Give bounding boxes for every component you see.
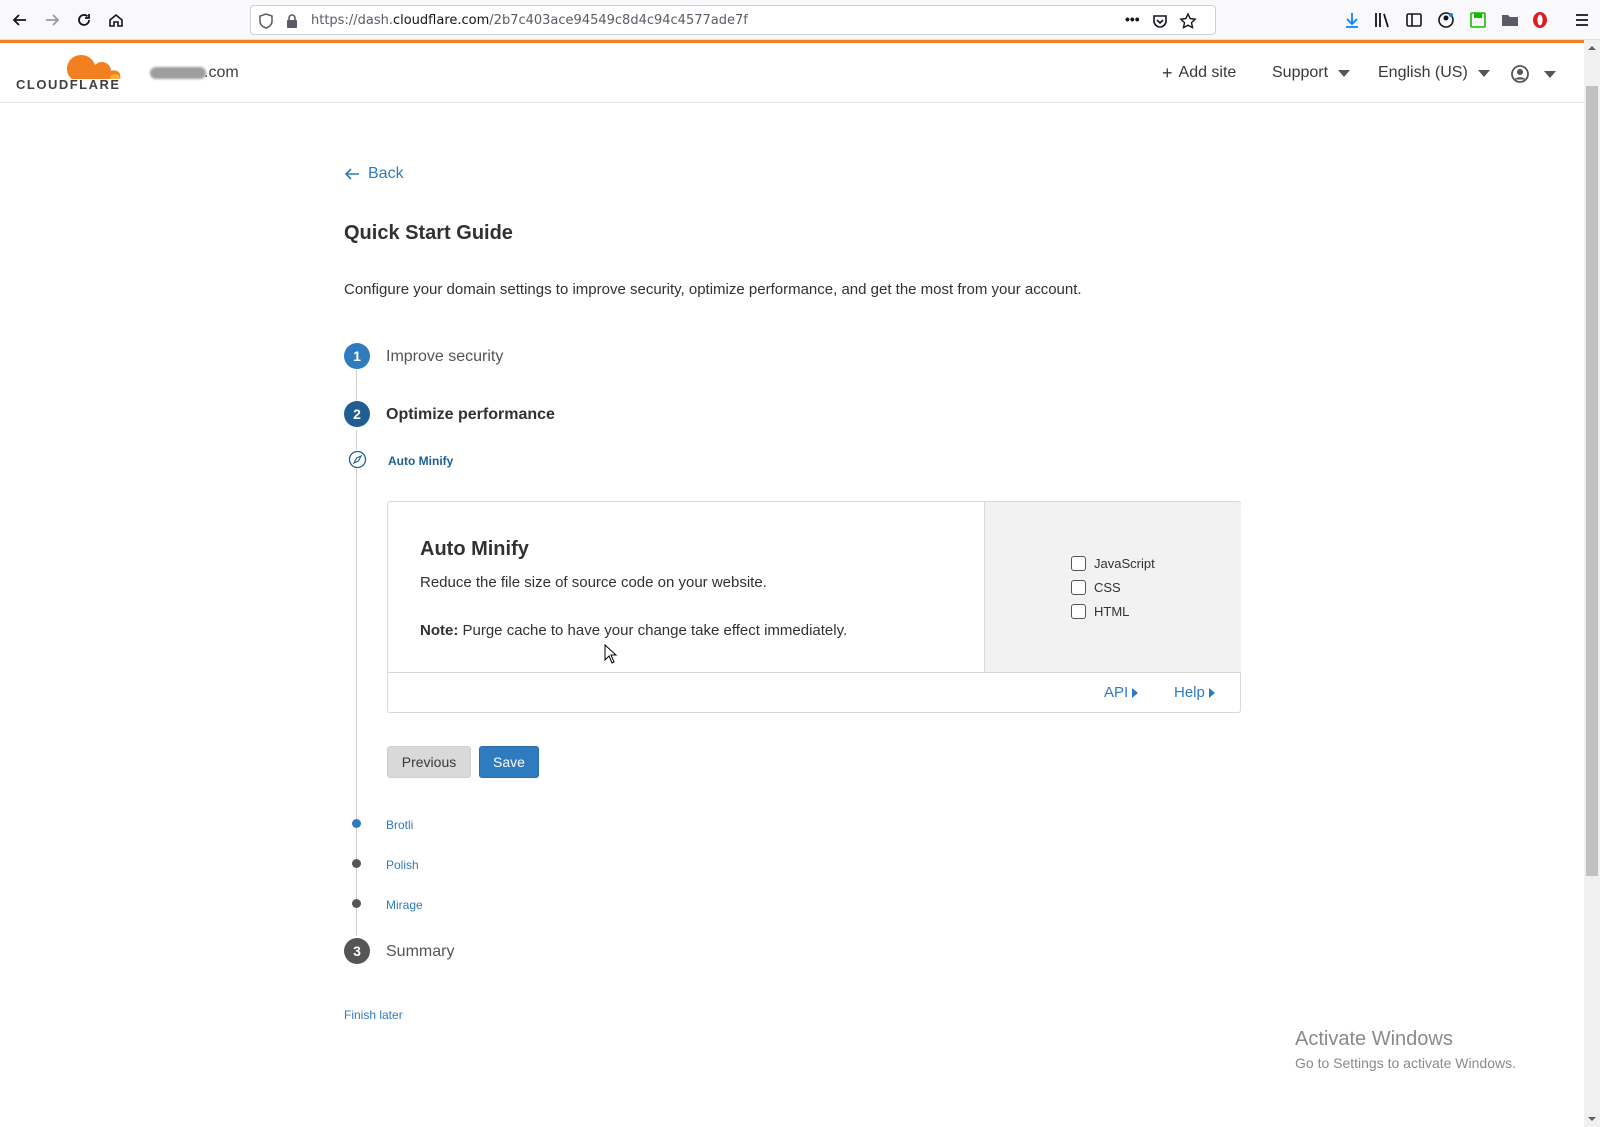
site-suffix: .com — [204, 64, 239, 81]
substep-polish[interactable]: Polish — [386, 858, 419, 872]
caret-right-icon — [1208, 687, 1215, 698]
step-3-badge: 3 — [344, 938, 370, 964]
step-2-badge: 2 — [344, 401, 370, 427]
caret-right-icon — [1132, 687, 1139, 698]
url-bar[interactable]: https://dash.cloudflare.com/2b7c403ace94… — [250, 5, 1216, 35]
html-label: HTML — [1094, 604, 1130, 619]
chevron-down-icon — [1477, 69, 1490, 77]
step-1-label[interactable]: Improve security — [386, 348, 503, 366]
css-checkbox-row[interactable]: CSS — [1071, 580, 1121, 595]
site-selector[interactable]: .com — [150, 64, 239, 82]
auto-minify-card: Auto Minify Reduce the file size of sour… — [387, 501, 1241, 713]
card-note: Note: Purge cache to have your change ta… — [420, 622, 847, 639]
card-description: Reduce the file size of source code on y… — [420, 574, 767, 591]
help-link[interactable]: Help — [1174, 684, 1215, 701]
card-title: Auto Minify — [420, 538, 529, 560]
scroll-thumb[interactable] — [1586, 86, 1598, 876]
javascript-checkbox[interactable] — [1071, 556, 1086, 571]
app-header: CLOUDFLARE .com + Add site Support Engli… — [0, 43, 1584, 103]
opera-icon[interactable] — [1530, 10, 1550, 30]
substep-current-label: Auto Minify — [388, 454, 454, 468]
plus-icon: + — [1162, 63, 1173, 83]
home-icon[interactable] — [102, 6, 130, 34]
windows-activation-watermark: Activate Windows Go to Settings to activ… — [1295, 1028, 1516, 1071]
substep-brotli[interactable]: Brotli — [386, 818, 413, 832]
pocket-icon[interactable] — [1151, 12, 1169, 30]
bookmark-star-icon[interactable] — [1179, 12, 1197, 30]
forward-arrow-icon[interactable] — [38, 6, 66, 34]
folder-icon[interactable] — [1500, 10, 1520, 30]
previous-button[interactable]: Previous — [387, 746, 471, 778]
add-site-label: Add site — [1178, 64, 1237, 81]
card-settings-panel: JavaScript CSS HTML — [984, 502, 1241, 672]
support-label: Support — [1272, 64, 1329, 81]
substep-dot — [352, 899, 361, 908]
save-extension-icon[interactable] — [1468, 10, 1488, 30]
support-dropdown[interactable]: Support — [1272, 64, 1351, 82]
html-checkbox-row[interactable]: HTML — [1071, 604, 1129, 619]
scroll-up-icon[interactable] — [1588, 44, 1596, 52]
sidebar-icon[interactable] — [1404, 10, 1424, 30]
scroll-down-icon[interactable] — [1588, 1115, 1596, 1123]
finish-later-link[interactable]: Finish later — [344, 1008, 403, 1022]
back-arrow-icon[interactable] — [6, 6, 34, 34]
language-dropdown[interactable]: English (US) — [1378, 64, 1490, 82]
javascript-label: JavaScript — [1094, 556, 1155, 571]
chevron-down-icon — [1544, 70, 1556, 78]
account-icon[interactable] — [1436, 10, 1456, 30]
javascript-checkbox-row[interactable]: JavaScript — [1071, 556, 1155, 571]
url-text: https://dash.cloudflare.com/2b7c403ace94… — [311, 13, 748, 28]
save-button[interactable]: Save — [479, 746, 539, 778]
reload-icon[interactable] — [70, 6, 98, 34]
page-scrollbar[interactable] — [1584, 40, 1600, 1127]
library-icon[interactable] — [1372, 10, 1392, 30]
user-avatar-icon — [1511, 65, 1529, 83]
watermark-subtitle: Go to Settings to activate Windows. — [1295, 1055, 1516, 1071]
compass-icon — [348, 450, 367, 469]
card-content: Auto Minify Reduce the file size of sour… — [388, 502, 984, 672]
arrow-left-icon — [344, 168, 359, 180]
back-label: Back — [368, 165, 404, 182]
language-label: English (US) — [1378, 64, 1468, 81]
chevron-down-icon — [1338, 69, 1351, 77]
substep-dot — [352, 819, 361, 828]
menu-icon[interactable] — [1572, 10, 1592, 30]
add-site-button[interactable]: + Add site — [1162, 64, 1236, 82]
step-3-label[interactable]: Summary — [386, 943, 454, 961]
back-link[interactable]: Back — [344, 165, 404, 183]
api-link[interactable]: API — [1104, 684, 1139, 701]
substep-dot — [352, 859, 361, 868]
step-1-badge: 1 — [344, 343, 370, 369]
step-2-label: Optimize performance — [386, 406, 555, 423]
css-checkbox[interactable] — [1071, 580, 1086, 595]
user-menu[interactable] — [1510, 64, 1556, 84]
cloudflare-wordmark: CLOUDFLARE — [16, 77, 121, 92]
redacted-site-name — [150, 66, 206, 79]
note-text: Purge cache to have your change take eff… — [458, 622, 848, 639]
note-label: Note: — [420, 622, 459, 639]
help-link-label: Help — [1174, 684, 1205, 701]
html-checkbox[interactable] — [1071, 604, 1086, 619]
page-actions-icon[interactable]: ••• — [1125, 11, 1143, 29]
page-description: Configure your domain settings to improv… — [344, 281, 1082, 298]
mouse-cursor-icon — [604, 644, 618, 664]
download-icon[interactable] — [1342, 10, 1362, 30]
page-title: Quick Start Guide — [344, 222, 513, 244]
card-footer: API Help — [388, 672, 1240, 713]
api-link-label: API — [1104, 684, 1129, 701]
lock-icon[interactable] — [283, 12, 301, 30]
watermark-title: Activate Windows — [1295, 1028, 1453, 1050]
browser-toolbar: https://dash.cloudflare.com/2b7c403ace94… — [0, 0, 1600, 40]
css-label: CSS — [1094, 580, 1121, 595]
substep-mirage[interactable]: Mirage — [386, 898, 423, 912]
shield-icon[interactable] — [257, 12, 275, 30]
